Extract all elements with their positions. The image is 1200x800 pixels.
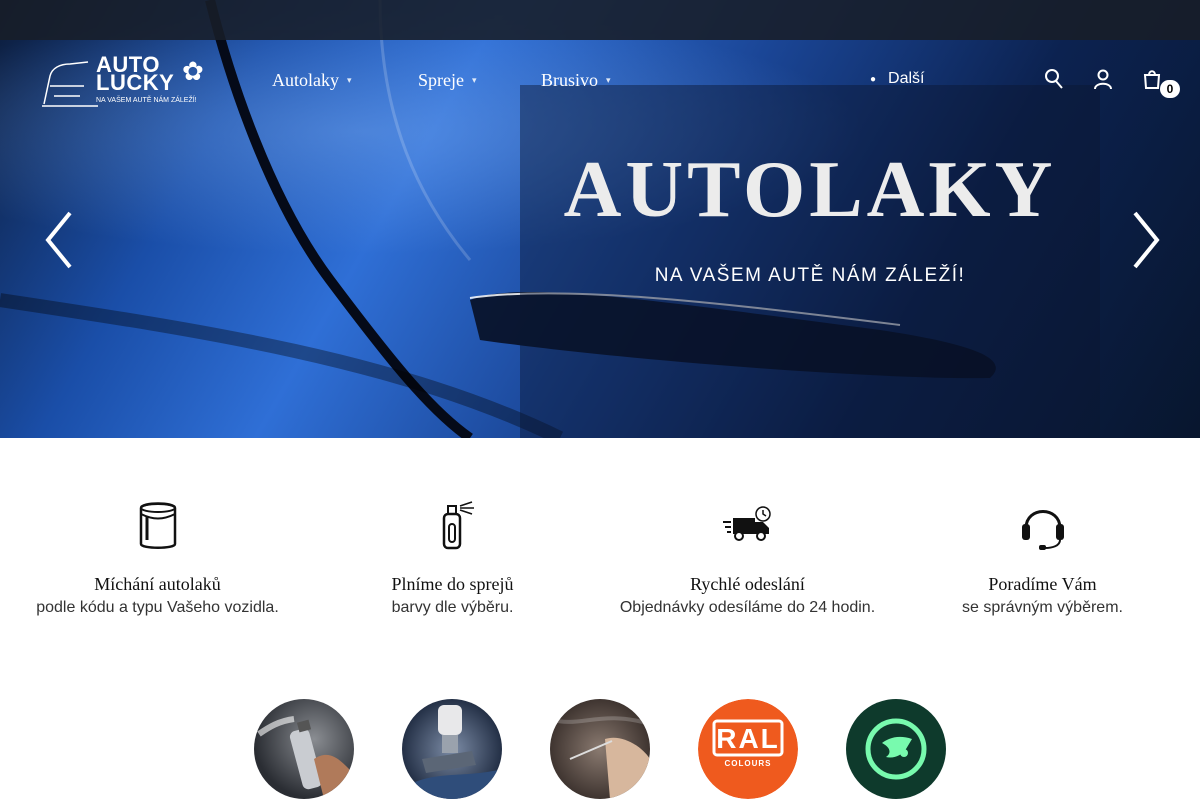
nav-item-label: Brusivo [541, 70, 599, 90]
spray-can-icon [442, 501, 474, 550]
spray-photo [257, 716, 354, 799]
category-touch-up[interactable] [550, 699, 650, 799]
chevron-down-icon: ▾ [471, 75, 477, 85]
slider-next-arrow[interactable] [1125, 205, 1165, 275]
touch-up-photo [550, 716, 650, 799]
feature-advice: Poradíme Vám se správným výběrem. [895, 500, 1190, 617]
top-bar [0, 0, 1200, 40]
skoda-logo [865, 718, 927, 780]
headset-icon [1021, 510, 1064, 550]
nav-item-spreje[interactable]: Spreje ▾ [418, 70, 477, 91]
search-icon[interactable] [1044, 68, 1064, 90]
nav-item-brusivo[interactable]: Brusivo ▾ [541, 70, 611, 91]
hero-text-panel [520, 85, 1100, 438]
site-logo[interactable]: AUTO LUCKY ✿ NA VAŠEM AUTĚ NÁM ZÁLEŽÍ! [40, 50, 215, 110]
feature-title: Míchání autolaků [94, 574, 221, 594]
category-spray[interactable] [254, 699, 354, 799]
feature-mixing: Míchání autolaků podle kódu a typu Vašeh… [10, 500, 305, 617]
spray-gun-photo [402, 705, 502, 799]
slider-prev-arrow[interactable] [40, 205, 80, 275]
logo-text-lucky: LUCKY [96, 70, 175, 95]
nav-item-label: Autolaky [272, 70, 339, 90]
feature-title: Rychlé odeslání [690, 574, 805, 594]
nav-item-autolaky[interactable]: Autolaky ▾ [272, 70, 352, 91]
hero-title: AUTOLAKY [563, 146, 1057, 234]
feature-description: se správným výběrem. [962, 599, 1123, 616]
chevron-down-icon: ▾ [347, 75, 352, 85]
ral-sublabel: COLOURS [724, 759, 772, 768]
cart-icon[interactable] [1142, 68, 1162, 90]
ral-label: RAL [716, 723, 780, 754]
feature-description: Objednávky odesíláme do 24 hodin. [619, 599, 876, 616]
feature-fast-shipping: Rychlé odeslání Objednávky odesíláme do … [600, 500, 895, 617]
delivery-truck-icon [722, 506, 771, 541]
chevron-down-icon: ▾ [606, 75, 611, 85]
feature-title: Plníme do sprejů [391, 574, 514, 594]
feature-description: barvy dle výběru. [391, 599, 514, 616]
category-skoda[interactable] [846, 699, 946, 799]
category-ral[interactable]: RAL COLOURS [698, 699, 798, 799]
nav-more-label: Další [888, 70, 925, 87]
menu-dots-icon: ● [870, 73, 877, 85]
user-icon[interactable] [1093, 68, 1113, 90]
paint-bucket-icon [139, 502, 176, 549]
cart-count-badge: 0 [1160, 80, 1180, 98]
feature-spray-fill: Plníme do sprejů barvy dle výběru. [305, 500, 600, 617]
logo-tagline: NA VAŠEM AUTĚ NÁM ZÁLEŽÍ! [96, 97, 197, 104]
nav-item-label: Spreje [418, 70, 464, 90]
feature-title: Poradíme Vám [988, 574, 1097, 594]
clover-icon: ✿ [182, 56, 204, 86]
feature-description: podle kódu a typu Vašeho vozidla. [36, 599, 279, 616]
hero-banner: AUTO LUCKY ✿ NA VAŠEM AUTĚ NÁM ZÁLEŽÍ! A… [0, 0, 1200, 438]
category-spray-gun[interactable] [402, 699, 502, 799]
nav-more-button[interactable]: ● Další [870, 70, 925, 88]
hero-subtitle: NA VAŠEM AUTĚ NÁM ZÁLEŽÍ! [654, 265, 966, 286]
car-outline-icon [42, 61, 98, 107]
